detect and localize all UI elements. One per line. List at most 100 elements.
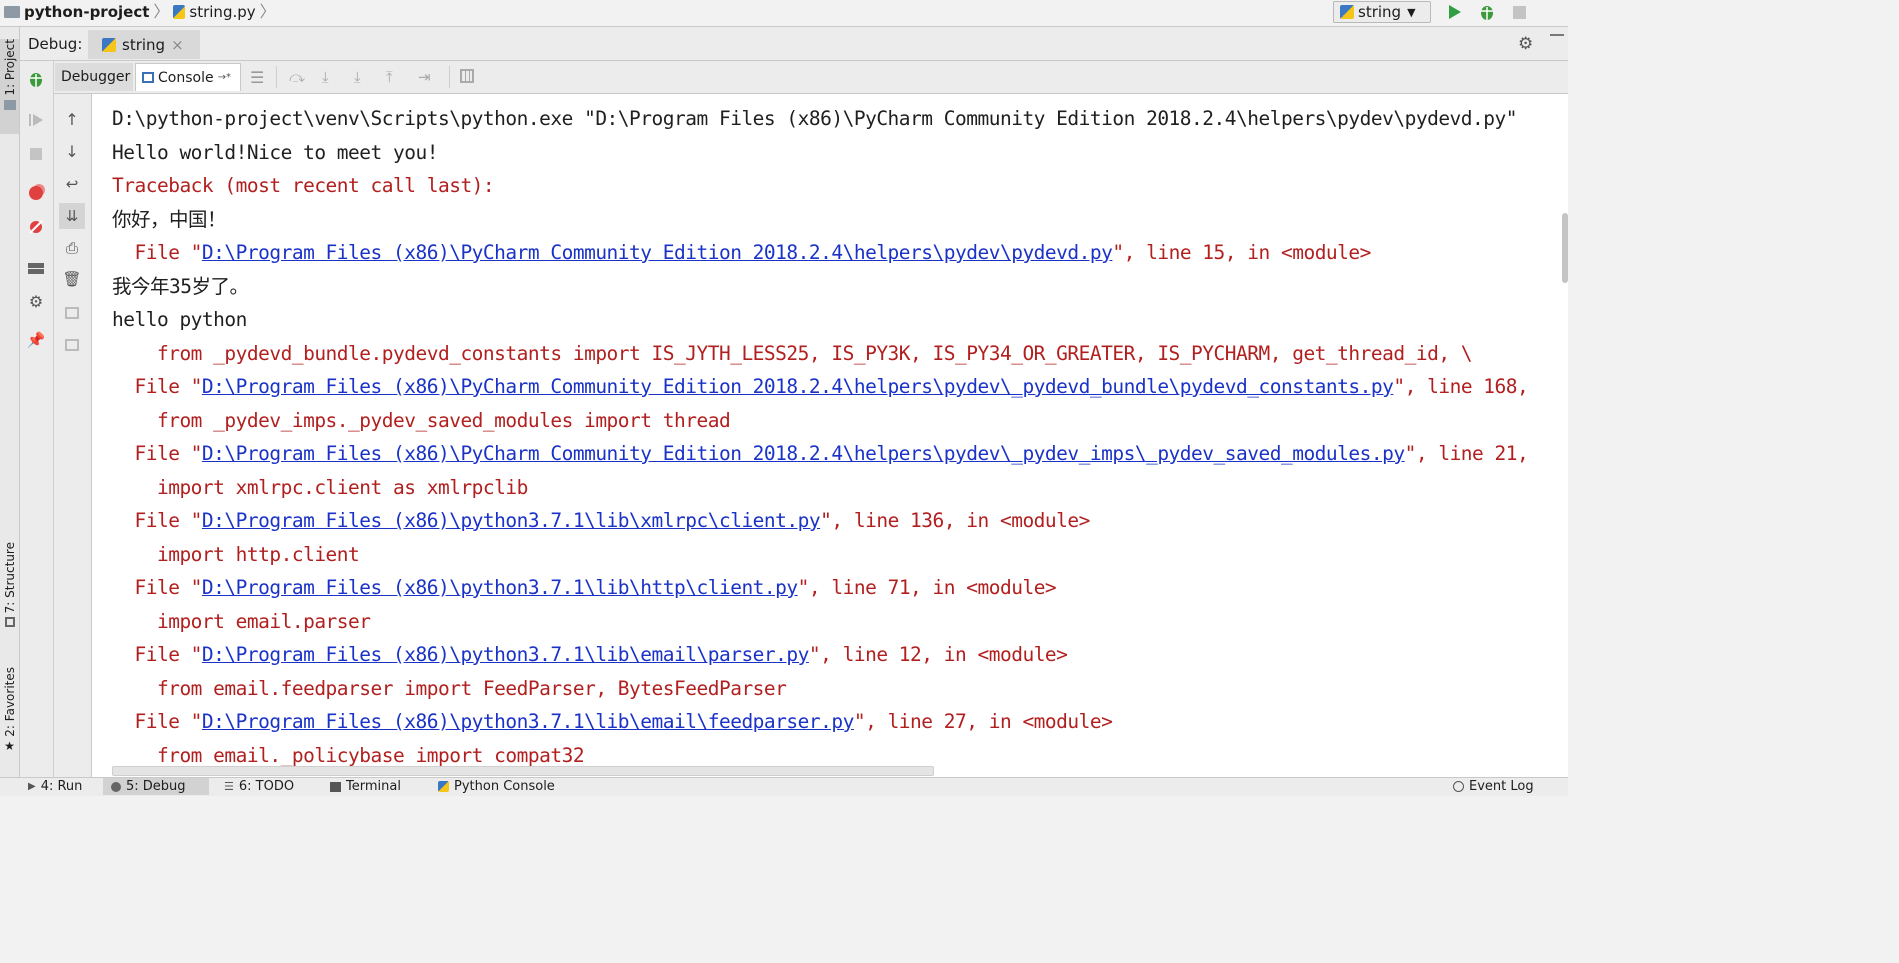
error-text: import http.client xyxy=(112,542,360,566)
error-text: ", line 136, in <module> xyxy=(820,509,1090,532)
console-line: import http.client xyxy=(112,542,360,567)
scroll-to-end-button[interactable]: ⇊ xyxy=(59,203,85,229)
rerun-debug-button[interactable] xyxy=(25,68,47,90)
error-text: Traceback (most recent call last): xyxy=(112,174,495,197)
chevron-down-icon: ▼ xyxy=(1407,5,1416,19)
tab-todo[interactable]: ☰ 6: TODO xyxy=(216,778,312,795)
debug-button[interactable] xyxy=(1477,2,1497,22)
console-line: from email.feedparser import FeedParser,… xyxy=(112,677,787,701)
folder-icon xyxy=(4,6,20,18)
structure-tool-tab[interactable]: 7: Structure xyxy=(0,542,19,642)
show-execution-point-button[interactable]: ☰ xyxy=(250,68,264,87)
console-line: File "D:\Program Files (x86)\python3.7.1… xyxy=(112,509,1090,533)
pin-icon: 📌 xyxy=(26,331,46,349)
step-into-button[interactable]: ⤓ xyxy=(322,68,329,86)
event-log-tab-label: Event Log xyxy=(1469,779,1534,794)
toolbar-separator xyxy=(449,66,450,88)
horizontal-scrollbar[interactable] xyxy=(112,766,934,776)
vertical-scrollbar[interactable] xyxy=(1562,213,1568,283)
file-link[interactable]: D:\Program Files (x86)\python3.7.1\lib\e… xyxy=(202,643,809,666)
print-button[interactable]: ⎙ xyxy=(61,237,83,259)
gear-icon[interactable]: ⚙ xyxy=(1518,34,1533,54)
minimize-icon[interactable] xyxy=(1550,34,1564,36)
left-tool-window-stripe: 1: Project 7: Structure 2: Favorites ★ xyxy=(0,27,20,777)
structure-tab-label: 7: Structure xyxy=(2,542,17,614)
run-button[interactable] xyxy=(1445,2,1465,22)
stop-debug-button[interactable] xyxy=(25,143,47,165)
console-line: File "D:\Program Files (x86)\python3.7.1… xyxy=(112,576,1056,600)
file-link[interactable]: D:\Program Files (x86)\PyCharm Community… xyxy=(202,442,1405,465)
favorites-tool-tab[interactable]: 2: Favorites ★ xyxy=(0,667,19,765)
console-line: Hello world!Nice to meet you! xyxy=(112,141,438,165)
console-output[interactable]: D:\python-project\venv\Scripts\python.ex… xyxy=(92,94,1568,777)
mute-breakpoints-button[interactable] xyxy=(25,216,47,238)
run-to-cursor-button[interactable]: ⇥ xyxy=(418,68,431,86)
soft-wrap-button[interactable]: ↩ xyxy=(61,173,83,195)
file-link[interactable]: D:\Program Files (x86)\PyCharm Community… xyxy=(202,375,1394,398)
debug-session-tab[interactable]: string × xyxy=(88,30,200,59)
tab-terminal[interactable]: Terminal xyxy=(322,778,420,795)
trash-icon: 🗑 xyxy=(62,270,82,288)
tab-python-console[interactable]: Python Console xyxy=(430,778,570,795)
resume-icon xyxy=(29,114,43,126)
console-line: File "D:\Program Files (x86)\python3.7.1… xyxy=(112,710,1112,734)
scroll-up-button[interactable]: ↑ xyxy=(61,108,83,130)
project-tool-tab[interactable]: 1: Project xyxy=(0,39,19,134)
step-over-button[interactable]: ⤼ xyxy=(289,68,305,86)
error-text: from _pydev_imps._pydev_saved_modules im… xyxy=(112,408,731,432)
pin-tab-button[interactable]: 📌 xyxy=(25,329,47,351)
console-line: File "D:\Program Files (x86)\PyCharm Com… xyxy=(112,375,1528,399)
file-link[interactable]: D:\Program Files (x86)\python3.7.1\lib\x… xyxy=(202,509,821,532)
stop-button[interactable] xyxy=(1509,2,1529,22)
step-into-my-code-button[interactable]: ⤓ xyxy=(354,68,361,86)
folder-icon xyxy=(3,99,16,110)
terminal-tab-label: Terminal xyxy=(346,779,401,794)
error-text: ", line 21, xyxy=(1404,442,1529,465)
breadcrumb-project[interactable]: python-project xyxy=(24,1,149,23)
python-file-icon xyxy=(102,37,116,52)
restore-layout-button[interactable] xyxy=(25,257,47,279)
debug-header-label: Debug: xyxy=(28,35,83,53)
error-text: ", line 15, in <module> xyxy=(1112,241,1371,264)
console-line: 你好，中国！ xyxy=(112,208,227,232)
error-text: ", line 168, xyxy=(1393,375,1529,398)
show-command-line-button[interactable] xyxy=(61,302,83,324)
tab-run[interactable]: ▶ 4: Run xyxy=(20,778,100,795)
stop-icon xyxy=(1512,5,1526,19)
resume-button[interactable] xyxy=(25,109,47,131)
file-link[interactable]: D:\Program Files (x86)\python3.7.1\lib\h… xyxy=(202,576,798,599)
console-line: from _pydevd_bundle.pydevd_constants imp… xyxy=(112,342,1473,366)
debug-session-label: string xyxy=(122,35,166,54)
scroll-to-end-icon: ⇊ xyxy=(65,207,79,225)
run-icon xyxy=(1449,5,1461,19)
debug-tool-window-header xyxy=(20,27,1568,61)
arrow-down-icon: ↓ xyxy=(65,141,79,161)
python-file-icon xyxy=(173,5,186,19)
console-line: File "D:\Program Files (x86)\PyCharm Com… xyxy=(112,241,1371,265)
breadcrumb-file[interactable]: string.py xyxy=(189,1,255,23)
error-text: ", line 12, in <module> xyxy=(808,643,1068,666)
tab-debug[interactable]: 5: Debug xyxy=(103,778,209,795)
file-link[interactable]: D:\Program Files (x86)\PyCharm Community… xyxy=(202,241,1113,264)
tab-event-log[interactable]: Event Log xyxy=(1445,778,1568,795)
tab-debugger[interactable]: Debugger xyxy=(55,63,133,91)
terminal-icon xyxy=(330,781,341,792)
view-breakpoints-button[interactable] xyxy=(25,182,47,204)
file-link[interactable]: D:\Program Files (x86)\python3.7.1\lib\e… xyxy=(202,710,854,733)
settings-button[interactable]: ⚙ xyxy=(25,290,47,312)
debug-actions-toolbar: ⚙ 📌 xyxy=(20,61,54,777)
step-out-icon: ⤒ xyxy=(386,68,393,86)
error-text: File " xyxy=(112,241,202,264)
scroll-down-button[interactable]: ↓ xyxy=(61,140,83,162)
run-configuration-select[interactable]: string ▼ xyxy=(1333,1,1431,23)
step-out-button[interactable]: ⤒ xyxy=(386,68,393,86)
console-line: D:\python-project\venv\Scripts\python.ex… xyxy=(112,107,1518,131)
console-settings-button[interactable] xyxy=(61,334,83,356)
close-icon[interactable]: × xyxy=(171,36,184,54)
layout-icon xyxy=(28,262,44,274)
console-line: from email._policybase import compat32 xyxy=(112,744,585,768)
clear-all-button[interactable]: 🗑 xyxy=(61,268,83,290)
console-tab-label: Console xyxy=(158,69,214,86)
tab-console[interactable]: Console →* xyxy=(135,63,241,91)
evaluate-expression-button[interactable] xyxy=(460,69,474,87)
